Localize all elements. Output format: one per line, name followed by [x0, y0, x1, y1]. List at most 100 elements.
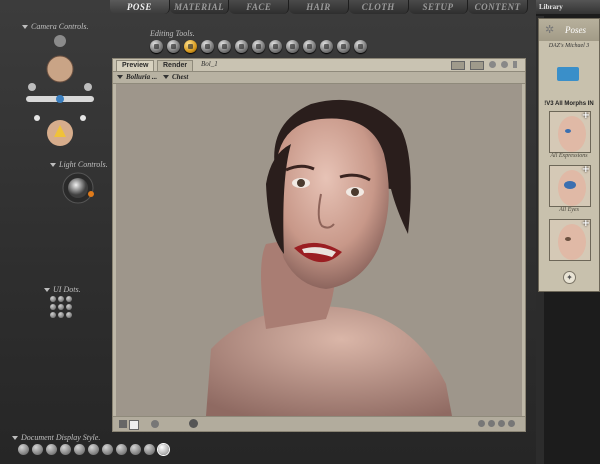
- add-to-scene-icon[interactable]: +: [582, 112, 590, 121]
- light-controls-label[interactable]: Light Controls.: [50, 160, 108, 169]
- collapse-triangle-icon: [50, 163, 56, 168]
- ui-dot[interactable]: [50, 296, 56, 302]
- taper-tool-icon[interactable]: [218, 40, 231, 53]
- ui-dot[interactable]: [66, 312, 72, 318]
- style-smooth-shaded-button[interactable]: [144, 444, 155, 455]
- ui-dot[interactable]: [66, 304, 72, 310]
- ui-dots-label[interactable]: UI Dots.: [44, 285, 81, 294]
- frame-icon[interactable]: [451, 61, 465, 70]
- ui-dot[interactable]: [58, 304, 64, 310]
- library-item-thumb[interactable]: +: [549, 219, 591, 261]
- camera-controls-widget[interactable]: [20, 33, 100, 151]
- style-smooth-lined-button[interactable]: [130, 444, 141, 455]
- layout-dot[interactable]: [488, 420, 495, 427]
- figure-part-menu-bar: Bolluria ... Chest: [113, 72, 525, 84]
- grouping-tool-icon[interactable]: [269, 40, 282, 53]
- background-color-icon[interactable]: [119, 420, 127, 428]
- library-category-header: ✲ Poses: [539, 19, 599, 41]
- library-options-icon[interactable]: ✦: [563, 271, 576, 284]
- camera-fly-icon[interactable]: [34, 115, 40, 121]
- ui-dot[interactable]: [50, 304, 56, 310]
- library-category[interactable]: Poses: [565, 25, 586, 35]
- tab-material[interactable]: MATERIAL: [169, 0, 230, 14]
- add-to-scene-icon[interactable]: +: [582, 166, 590, 175]
- tab-preview[interactable]: Preview: [116, 60, 155, 71]
- camera-right-hand-icon[interactable]: [84, 83, 92, 91]
- camera-left-hand-icon[interactable]: [28, 83, 36, 91]
- rotate-tool-icon[interactable]: [150, 40, 163, 53]
- collapse-triangle-icon: [44, 288, 50, 293]
- twist-tool-icon[interactable]: [167, 40, 180, 53]
- direct-manipulation-tool-icon[interactable]: [320, 40, 333, 53]
- running-figure-icon: ✲: [545, 23, 555, 36]
- 3d-viewport[interactable]: [116, 84, 522, 416]
- style-flat-shaded-button[interactable]: [88, 444, 99, 455]
- light-controls-widget[interactable]: [60, 170, 100, 206]
- main-tab-bar: POSE MATERIAL FACE HAIR CLOTH SETUP CONT…: [110, 0, 529, 14]
- resize-handle-icon[interactable]: [513, 61, 517, 68]
- tab-content[interactable]: CONTENT: [468, 0, 529, 14]
- tab-setup[interactable]: SETUP: [408, 0, 469, 14]
- link-tool-icon[interactable]: [354, 40, 367, 53]
- style-texture-shaded-button[interactable]: [158, 444, 169, 455]
- library-panel: Library ✲ Poses DAZ's Michael 3 !V3 All …: [536, 0, 600, 464]
- collapse-triangle-icon: [12, 436, 18, 441]
- options-icon[interactable]: [501, 61, 508, 68]
- folder-up-icon[interactable]: [557, 67, 579, 81]
- document-display-style-label[interactable]: Document Display Style.: [12, 433, 100, 442]
- light-handle-icon[interactable]: [88, 191, 94, 197]
- tab-render[interactable]: Render: [157, 60, 194, 71]
- camera-flip-icon[interactable]: [80, 115, 86, 121]
- library-header: Library: [536, 0, 600, 14]
- morph-tool-icon[interactable]: [303, 40, 316, 53]
- style-silhouette-button[interactable]: [18, 444, 29, 455]
- scale-tool-icon[interactable]: [201, 40, 214, 53]
- camera-icon[interactable]: [470, 61, 484, 70]
- layout-dot[interactable]: [478, 420, 485, 427]
- foreground-color-icon[interactable]: [129, 420, 139, 430]
- document-title: Bol_1: [201, 60, 218, 68]
- style-lined-flat-button[interactable]: [74, 444, 85, 455]
- dropdown-triangle-icon: [163, 75, 169, 80]
- ui-dot[interactable]: [50, 312, 56, 318]
- preview-window: Preview Render Bol_1 Bolluria ... Chest: [112, 58, 526, 432]
- collapse-triangle-icon: [22, 25, 28, 30]
- layout-dot[interactable]: [508, 420, 515, 427]
- library-folder-title: !V3 All Morphs IN: [544, 101, 594, 107]
- library-item-thumb[interactable]: +: [549, 111, 591, 153]
- body-part-menu[interactable]: Chest: [163, 73, 188, 81]
- layout-dots: [478, 420, 515, 427]
- preview-footer: [113, 416, 525, 431]
- style-cartoon-button[interactable]: [102, 444, 113, 455]
- camera-select-icon[interactable]: [54, 35, 66, 47]
- preview-window-controls: [451, 61, 517, 70]
- tab-face[interactable]: FACE: [229, 0, 290, 14]
- library-item-thumb[interactable]: +: [549, 165, 591, 207]
- chain-break-tool-icon[interactable]: [235, 40, 248, 53]
- color-tool-icon[interactable]: [252, 40, 265, 53]
- style-wireframe-button[interactable]: [46, 444, 57, 455]
- style-cartoon-lines-button[interactable]: [116, 444, 127, 455]
- add-to-scene-icon[interactable]: +: [582, 220, 590, 229]
- translate-tool-icon[interactable]: [184, 40, 197, 53]
- layout-dot[interactable]: [498, 420, 505, 427]
- ui-dot[interactable]: [66, 296, 72, 302]
- render-settings-icon[interactable]: [489, 61, 496, 68]
- camera-move-icon[interactable]: [56, 95, 64, 103]
- tab-cloth[interactable]: CLOTH: [348, 0, 409, 14]
- style-outline-button[interactable]: [32, 444, 43, 455]
- view-magnifier-tool-icon[interactable]: [286, 40, 299, 53]
- tab-hair[interactable]: HAIR: [289, 0, 349, 14]
- dropdown-triangle-icon: [117, 75, 123, 80]
- shadow-color-icon[interactable]: [151, 420, 159, 428]
- ui-dot[interactable]: [58, 296, 64, 302]
- figure-menu[interactable]: Bolluria ...: [117, 73, 157, 81]
- camera-controls-label[interactable]: Camera Controls.: [22, 22, 89, 31]
- warp-tool-icon[interactable]: [337, 40, 350, 53]
- ui-dot[interactable]: [58, 312, 64, 318]
- tab-pose[interactable]: POSE: [110, 0, 170, 14]
- editing-tools-bar: [150, 40, 367, 53]
- style-hidden-line-button[interactable]: [60, 444, 71, 455]
- ground-plane-icon[interactable]: [189, 419, 198, 428]
- library-subtitle[interactable]: DAZ's Michael 3: [539, 43, 599, 49]
